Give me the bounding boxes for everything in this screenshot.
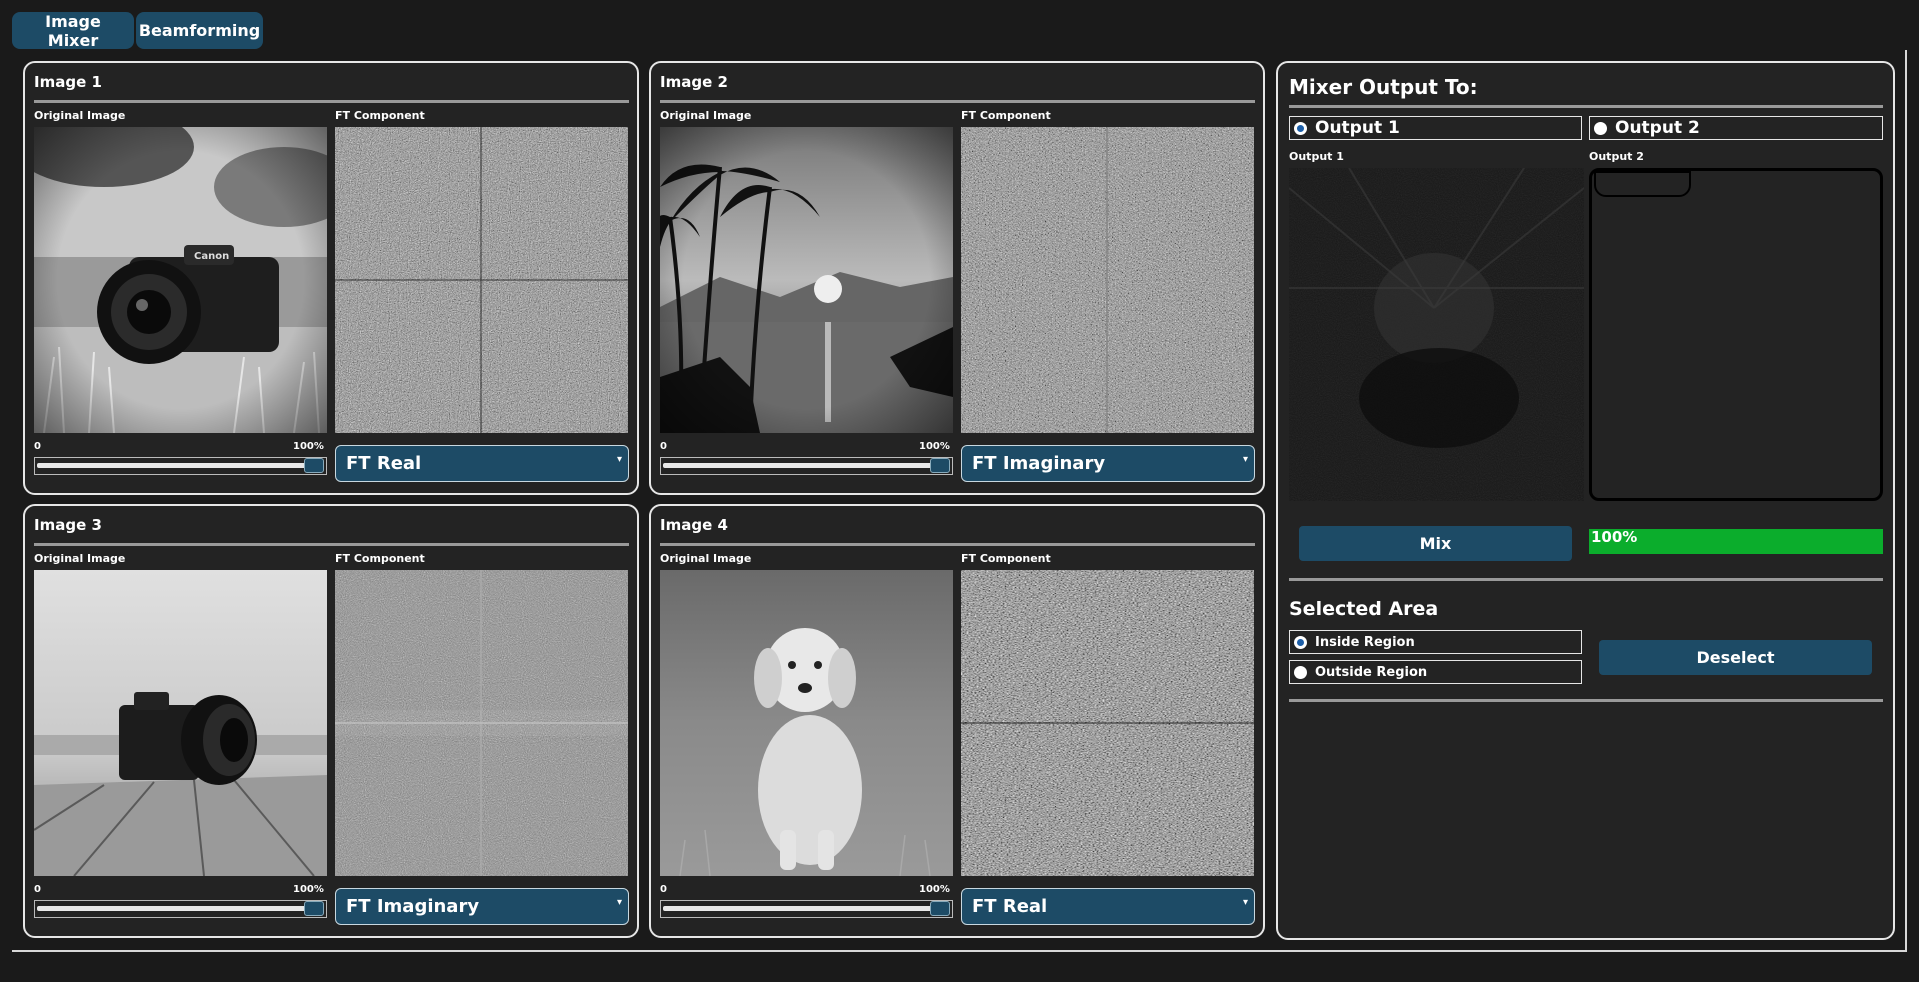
ft-component-select[interactable]: FT Imaginary ▾ (335, 888, 629, 925)
ft-component-label: FT Component (335, 552, 425, 565)
ft-component-label: FT Component (335, 109, 425, 122)
original-image[interactable] (660, 127, 953, 433)
divider (34, 100, 629, 103)
output-2-tab-chip (1594, 171, 1691, 197)
radio-label: Outside Region (1315, 664, 1428, 680)
panel-title: Image 2 (660, 73, 728, 91)
slider-max-label: 100% (919, 884, 950, 895)
mixer-panel: Mixer Output To: Output 1 Output 2 Outpu… (1276, 61, 1895, 940)
radio-label: Output 1 (1315, 118, 1400, 138)
tab-beamforming[interactable]: Beamforming (136, 12, 263, 49)
ft-component-label: FT Component (961, 109, 1051, 122)
ft-component-image[interactable] (961, 127, 1254, 433)
radio-label: Inside Region (1315, 634, 1415, 650)
radio-unselected-icon (1294, 665, 1307, 679)
image-panel-4: Image 4 Original Image FT Component 0 10… (649, 504, 1265, 938)
panel-title: Image 4 (660, 516, 728, 534)
selected-area-title: Selected Area (1289, 598, 1439, 620)
chevron-down-icon: ▾ (616, 897, 622, 908)
slider-min-label: 0 (34, 441, 41, 452)
select-value: FT Imaginary (346, 896, 480, 917)
weight-slider[interactable] (34, 900, 327, 918)
mix-button[interactable]: Mix (1299, 526, 1572, 561)
panel-title: Image 1 (34, 73, 102, 91)
slider-thumb[interactable] (930, 901, 950, 916)
ft-component-select[interactable]: FT Imaginary ▾ (961, 445, 1255, 482)
image-panel-1: Image 1 Original Image FT Component Cano… (23, 61, 639, 495)
output-2-label: Output 2 (1589, 150, 1644, 163)
chevron-down-icon: ▾ (616, 454, 622, 465)
chevron-down-icon: ▾ (1242, 897, 1248, 908)
output-2-radio[interactable]: Output 2 (1589, 116, 1883, 140)
radio-unselected-icon (1594, 121, 1607, 135)
select-value: FT Real (972, 896, 1048, 917)
radio-selected-icon (1294, 635, 1307, 649)
deselect-button[interactable]: Deselect (1599, 640, 1872, 675)
select-value: FT Real (346, 453, 422, 474)
original-image[interactable] (34, 570, 327, 876)
divider (660, 100, 1255, 103)
radio-label: Output 2 (1615, 118, 1700, 138)
original-image-label: Original Image (34, 552, 126, 565)
ft-component-select[interactable]: FT Real ▾ (961, 888, 1255, 925)
slider-thumb[interactable] (930, 458, 950, 473)
output-1-radio[interactable]: Output 1 (1289, 116, 1582, 140)
ft-component-select[interactable]: FT Real ▾ (335, 445, 629, 482)
image-panel-3: Image 3 Original Image FT Component 0 10… (23, 504, 639, 938)
slider-max-label: 100% (919, 441, 950, 452)
divider (1289, 105, 1883, 108)
weight-slider[interactable] (34, 457, 327, 475)
divider (34, 543, 629, 546)
original-image[interactable]: Canon (34, 127, 327, 433)
slider-max-label: 100% (293, 884, 324, 895)
inside-region-radio[interactable]: Inside Region (1289, 630, 1582, 654)
slider-thumb[interactable] (304, 901, 324, 916)
panel-title: Image 3 (34, 516, 102, 534)
divider (1289, 699, 1883, 702)
output-1-image[interactable] (1289, 168, 1584, 501)
slider-min-label: 0 (660, 441, 667, 452)
slider-thumb[interactable] (304, 458, 324, 473)
progress-fill: 100% (1589, 529, 1883, 554)
ft-component-image[interactable] (961, 570, 1254, 876)
slider-max-label: 100% (293, 441, 324, 452)
radio-selected-icon (1294, 121, 1307, 135)
slider-min-label: 0 (34, 884, 41, 895)
frame-border-bottom (12, 950, 1907, 952)
original-image-label: Original Image (660, 552, 752, 565)
output-1-label: Output 1 (1289, 150, 1344, 163)
chevron-down-icon: ▾ (1242, 454, 1248, 465)
original-image-label: Original Image (34, 109, 126, 122)
weight-slider[interactable] (660, 457, 953, 475)
progress-bar: 100% (1589, 529, 1883, 554)
mixer-title: Mixer Output To: (1289, 75, 1478, 99)
original-image[interactable] (660, 570, 953, 876)
frame-border-right (1905, 50, 1907, 950)
weight-slider[interactable] (660, 900, 953, 918)
slider-min-label: 0 (660, 884, 667, 895)
divider (1289, 578, 1883, 581)
select-value: FT Imaginary (972, 453, 1106, 474)
outside-region-radio[interactable]: Outside Region (1289, 660, 1582, 684)
image-panel-2: Image 2 Original Image FT Component 0 10… (649, 61, 1265, 495)
tab-image-mixer[interactable]: Image Mixer (12, 12, 134, 50)
original-image-label: Original Image (660, 109, 752, 122)
output-2-image[interactable] (1589, 168, 1883, 501)
ft-component-label: FT Component (961, 552, 1051, 565)
ft-component-image[interactable] (335, 127, 628, 433)
ft-component-image[interactable] (335, 570, 628, 876)
divider (660, 543, 1255, 546)
